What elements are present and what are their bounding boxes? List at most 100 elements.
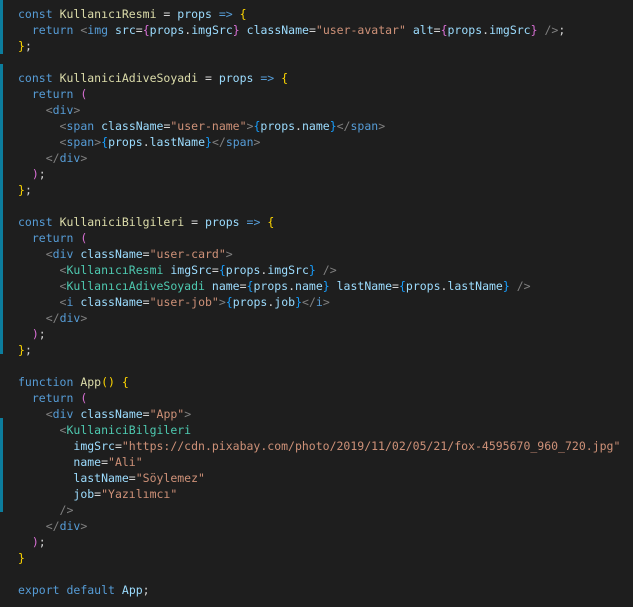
code-token: ( [80, 87, 88, 101]
code-token: className [101, 119, 164, 133]
code-token: } [18, 183, 25, 197]
code-token: imgSrc [267, 263, 309, 277]
code-token: App [121, 583, 143, 597]
code-line[interactable]: ); [18, 166, 46, 182]
code-line[interactable]: <KullaniciBilgileri [18, 422, 192, 438]
code-token: lastName [447, 279, 503, 293]
code-token: job [274, 295, 296, 309]
code-token: = [198, 71, 219, 85]
code-token: job [73, 487, 95, 501]
code-token: > [73, 103, 81, 117]
code-token: = [135, 23, 143, 37]
code-line[interactable]: <div className="App"> [18, 406, 191, 422]
code-token: name [295, 279, 323, 293]
code-line[interactable]: function App() { [18, 374, 129, 390]
code-token: > [253, 135, 261, 149]
code-token: const [18, 71, 53, 85]
code-token: name [73, 455, 102, 469]
code-token: => [253, 71, 275, 85]
code-line[interactable]: const KullaniciAdiveSoyadi = props => { [18, 70, 288, 86]
code-token: } [18, 39, 25, 53]
code-token: = [433, 23, 441, 37]
code-token: div [59, 151, 81, 165]
code-line[interactable]: <KullanıcıResmi imgSrc={props.imgSrc} /> [18, 262, 337, 278]
code-token: return [31, 23, 74, 37]
code-token: div [59, 519, 81, 533]
code-line[interactable]: </div> [18, 310, 88, 326]
code-line[interactable]: } [18, 550, 25, 566]
code-token: = [142, 407, 150, 421]
code-line[interactable]: export default App; [18, 582, 150, 598]
code-token: ; [24, 39, 32, 53]
code-token: i [315, 295, 323, 309]
code-line[interactable]: imgSrc="https://cdn.pixabay.com/photo/20… [18, 438, 620, 454]
code-token: src [115, 23, 136, 37]
code-line[interactable]: </div> [18, 518, 88, 534]
code-token: > [225, 247, 233, 261]
code-line[interactable]: return <img src={props.imgSrc} className… [18, 22, 565, 38]
code-token: div [52, 247, 74, 261]
code-line[interactable]: <i className="user-job">{props.job}</i> [18, 294, 330, 310]
code-line[interactable]: const KullaniciBilgileri = props => { [18, 214, 274, 230]
code-token: span [225, 135, 254, 149]
code-token: "user-card" [149, 247, 226, 261]
code-token: ; [38, 327, 46, 341]
code-line[interactable]: <span>{props.lastName}</span> [18, 134, 261, 150]
code-token: } [232, 23, 240, 37]
code-token: ) [31, 535, 39, 549]
code-token: props [225, 263, 261, 277]
code-line[interactable]: lastName="Söylemez" [18, 470, 205, 486]
code-editor[interactable]: const KullanıcıResmi = props => { return… [0, 0, 633, 607]
code-token: props [204, 215, 240, 229]
code-line[interactable]: }; [18, 182, 32, 198]
code-token: = [392, 279, 399, 293]
code-line[interactable]: const KullanıcıResmi = props => { [18, 6, 247, 22]
code-line[interactable]: name="Ali" [18, 454, 142, 470]
code-line[interactable]: <div> [18, 102, 81, 118]
code-token: </ [45, 519, 60, 533]
code-token: { [239, 7, 247, 21]
code-token: default [66, 583, 115, 597]
code-line[interactable]: <KullanıcıAdiveSoyadi name={props.name} … [18, 278, 531, 294]
code-token: img [87, 23, 109, 37]
code-token: lastName [336, 279, 393, 293]
code-token: props [447, 23, 483, 37]
code-line[interactable]: ); [18, 326, 46, 342]
code-line[interactable]: ); [18, 534, 46, 550]
code-line[interactable]: return ( [18, 390, 87, 406]
code-token: = [142, 247, 150, 261]
code-token: => [239, 215, 261, 229]
code-line[interactable]: }; [18, 38, 32, 54]
code-line[interactable]: </div> [18, 150, 88, 166]
code-token: const [18, 7, 53, 21]
code-token: { [218, 263, 226, 277]
code-token: . [295, 119, 302, 133]
code-token: { [440, 23, 448, 37]
code-line[interactable]: /> [18, 502, 74, 518]
code-line[interactable]: return ( [18, 230, 87, 246]
code-token: "https://cdn.pixabay.com/photo/2019/11/0… [121, 439, 621, 453]
code-token: ; [24, 183, 32, 197]
code-line[interactable]: return ( [18, 86, 87, 102]
code-line[interactable]: }; [18, 342, 32, 358]
code-token: > [80, 151, 88, 165]
code-token: name [211, 279, 240, 293]
code-token: ( [80, 391, 88, 405]
code-line[interactable]: <div className="user-card"> [18, 246, 233, 262]
code-line[interactable]: job="Yazılımcı" [18, 486, 177, 502]
code-line[interactable]: <span className="user-name">{props.name}… [18, 118, 386, 134]
code-token: imgSrc [489, 23, 531, 37]
code-token: = [114, 439, 122, 453]
